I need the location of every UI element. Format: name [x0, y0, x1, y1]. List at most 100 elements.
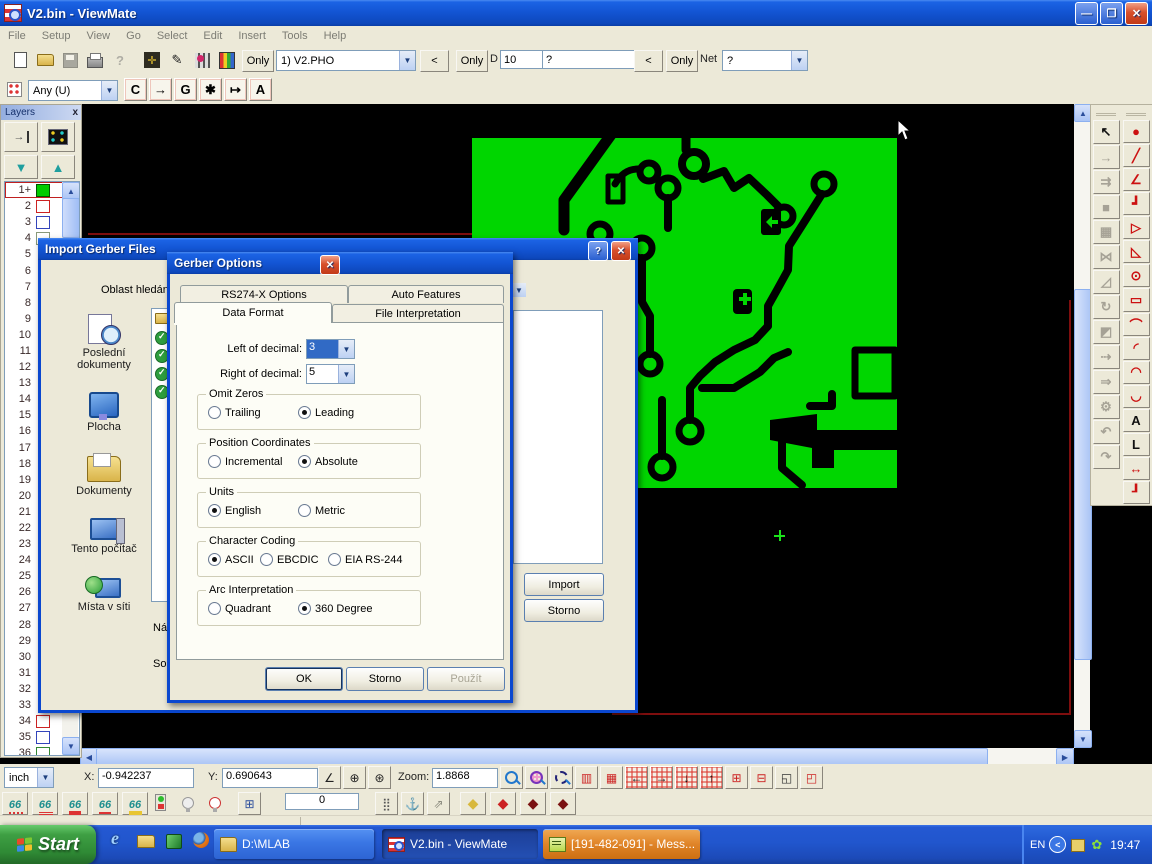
- icq-tray-icon[interactable]: ✿: [1089, 837, 1104, 852]
- prev-layer-button[interactable]: <: [420, 50, 449, 72]
- pan-right-icon[interactable]: →: [650, 766, 673, 789]
- anchor-icon[interactable]: ⚓: [401, 792, 424, 815]
- layer-color-swatch[interactable]: [36, 715, 50, 728]
- vector-snap-icon[interactable]: ⇗: [427, 792, 450, 815]
- ok-button[interactable]: OK: [265, 667, 343, 691]
- place-recent-documents[interactable]: Poslední dokumenty: [58, 314, 150, 371]
- radio-absolute[interactable]: Absolute: [298, 455, 358, 468]
- radio-360-degree[interactable]: 360 Degree: [298, 602, 373, 615]
- pan-up-icon[interactable]: ↑: [700, 766, 723, 789]
- circle-tool-icon[interactable]: ⊙: [1123, 264, 1150, 287]
- look-in-dropdown-icon[interactable]: ▼: [511, 283, 526, 297]
- outline-mode-icon[interactable]: [204, 792, 225, 813]
- rectangle-tool-icon[interactable]: ▭: [1123, 288, 1150, 311]
- layer-setup-icon[interactable]: [190, 48, 214, 72]
- select-tool-icon[interactable]: ↖: [1093, 120, 1120, 144]
- pad-flash-mode-icon[interactable]: ◆: [460, 792, 486, 815]
- radio-eia-rs244[interactable]: EIA RS-244: [328, 553, 402, 566]
- menu-item[interactable]: Tools: [274, 28, 316, 44]
- language-indicator[interactable]: EN: [1030, 839, 1045, 851]
- start-button[interactable]: Start: [0, 825, 96, 864]
- menu-item[interactable]: Select: [149, 28, 196, 44]
- radio-metric[interactable]: Metric: [298, 504, 345, 517]
- pan-down-icon[interactable]: ↓: [675, 766, 698, 789]
- restore-button[interactable]: ❐: [1100, 2, 1123, 25]
- arc-angle-tool-icon[interactable]: ▷: [1123, 216, 1150, 239]
- layer-color-swatch[interactable]: [36, 200, 50, 213]
- film-box-icon[interactable]: ▥: [575, 766, 598, 789]
- gerber-dialog-titlebar[interactable]: Gerber Options ✕: [167, 252, 513, 274]
- menu-item[interactable]: Insert: [230, 28, 274, 44]
- close-icon[interactable]: ✕: [320, 255, 340, 275]
- only-layer-button[interactable]: Only: [242, 50, 274, 72]
- undo-icon[interactable]: ↶: [1093, 420, 1120, 444]
- radio-incremental[interactable]: Incremental: [208, 455, 282, 468]
- select-g-icon[interactable]: G: [174, 78, 197, 101]
- view-pads-icon[interactable]: [2, 792, 28, 815]
- notes-tray-icon[interactable]: [1070, 837, 1085, 852]
- help-icon[interactable]: ?: [588, 241, 608, 261]
- view-filled-icon[interactable]: [62, 792, 88, 815]
- context-help-icon[interactable]: [108, 48, 132, 72]
- new-document-icon[interactable]: [8, 48, 32, 72]
- prev-net-button[interactable]: <: [634, 50, 663, 72]
- canvas-horizontal-scrollbar[interactable]: ◀ ▶: [80, 748, 1074, 764]
- tile-view-icon[interactable]: ⊞: [238, 792, 261, 815]
- text-tool-icon[interactable]: A: [1123, 409, 1150, 432]
- polyline-tool-icon[interactable]: ∠: [1123, 168, 1150, 191]
- drafting-tools-icon[interactable]: [165, 48, 189, 72]
- layer-table-icon[interactable]: [41, 122, 75, 152]
- dim-layers-icon[interactable]: [177, 792, 198, 813]
- left-of-decimal-select[interactable]: 3▼: [306, 339, 355, 359]
- hatch-rect-tool-icon[interactable]: ▦: [1093, 220, 1120, 244]
- copy-view-icon[interactable]: ⊞: [725, 766, 748, 789]
- aperture-list-icon[interactable]: [140, 48, 164, 72]
- firefox-icon[interactable]: [192, 831, 212, 851]
- close-icon[interactable]: x: [72, 107, 78, 118]
- pan-left-icon[interactable]: ←: [625, 766, 648, 789]
- select-window-icon[interactable]: ◰: [800, 766, 823, 789]
- view-outline-icon[interactable]: [92, 792, 118, 815]
- tray-collapse-icon[interactable]: <: [1049, 836, 1066, 853]
- scroll-down-icon[interactable]: ▼: [1074, 730, 1092, 748]
- mirror-tool-icon[interactable]: ⋈: [1093, 245, 1120, 269]
- tab-data-format[interactable]: Data Format: [174, 302, 332, 323]
- layer-down-icon[interactable]: ▼: [4, 155, 38, 179]
- zoom-grid-icon[interactable]: [525, 766, 548, 789]
- text-select-icon[interactable]: A: [249, 78, 272, 101]
- layer-up-icon[interactable]: ▲: [41, 155, 75, 179]
- corner-tool-icon[interactable]: ┚: [1123, 481, 1150, 504]
- color-setup-icon[interactable]: [215, 48, 239, 72]
- close-button[interactable]: ✕: [1125, 2, 1148, 25]
- menu-item[interactable]: Help: [316, 28, 355, 44]
- storno-button[interactable]: Storno: [346, 667, 424, 691]
- print-icon[interactable]: [83, 48, 107, 72]
- scale-tool-icon[interactable]: ◩: [1093, 320, 1120, 344]
- origin-target-icon[interactable]: ⊕: [343, 766, 366, 789]
- dcode-filter-input[interactable]: [542, 50, 636, 69]
- pattern-filter-icon[interactable]: [3, 78, 25, 100]
- transform-tool-icon[interactable]: ↷: [1093, 445, 1120, 469]
- only-dcode-button[interactable]: Only: [456, 50, 488, 72]
- chord-tool-icon[interactable]: ⌒: [1123, 313, 1150, 336]
- ortho-line-tool-icon[interactable]: ┛: [1123, 192, 1150, 215]
- pad-tool-icon[interactable]: ●: [1123, 120, 1150, 143]
- place-my-computer[interactable]: Tento počítač: [58, 514, 150, 555]
- flash-select-icon[interactable]: ✱: [199, 78, 222, 101]
- line-tool-icon[interactable]: ╱: [1123, 144, 1150, 167]
- open-file-icon[interactable]: [33, 48, 57, 72]
- radio-ebcdic[interactable]: EBCDIC: [260, 553, 319, 566]
- dock-layer-icon[interactable]: [4, 122, 38, 152]
- full-grid-icon[interactable]: ▦: [600, 766, 623, 789]
- fill-rect-tool-icon[interactable]: ■: [1093, 195, 1120, 219]
- unit-select[interactable]: inch▼: [4, 767, 54, 788]
- flip-tool-icon[interactable]: ◿: [1093, 270, 1120, 294]
- view-sketch-icon[interactable]: [122, 792, 148, 815]
- move-selection-icon[interactable]: ⇢: [1093, 345, 1120, 369]
- import-button[interactable]: Import: [524, 573, 604, 596]
- goto-next-icon[interactable]: →: [149, 78, 172, 101]
- select-c-icon[interactable]: C: [124, 78, 147, 101]
- only-net-button[interactable]: Only: [666, 50, 698, 72]
- triangle-tool-icon[interactable]: ◺: [1123, 240, 1150, 263]
- arc-down-tool-icon[interactable]: ◡: [1123, 385, 1150, 408]
